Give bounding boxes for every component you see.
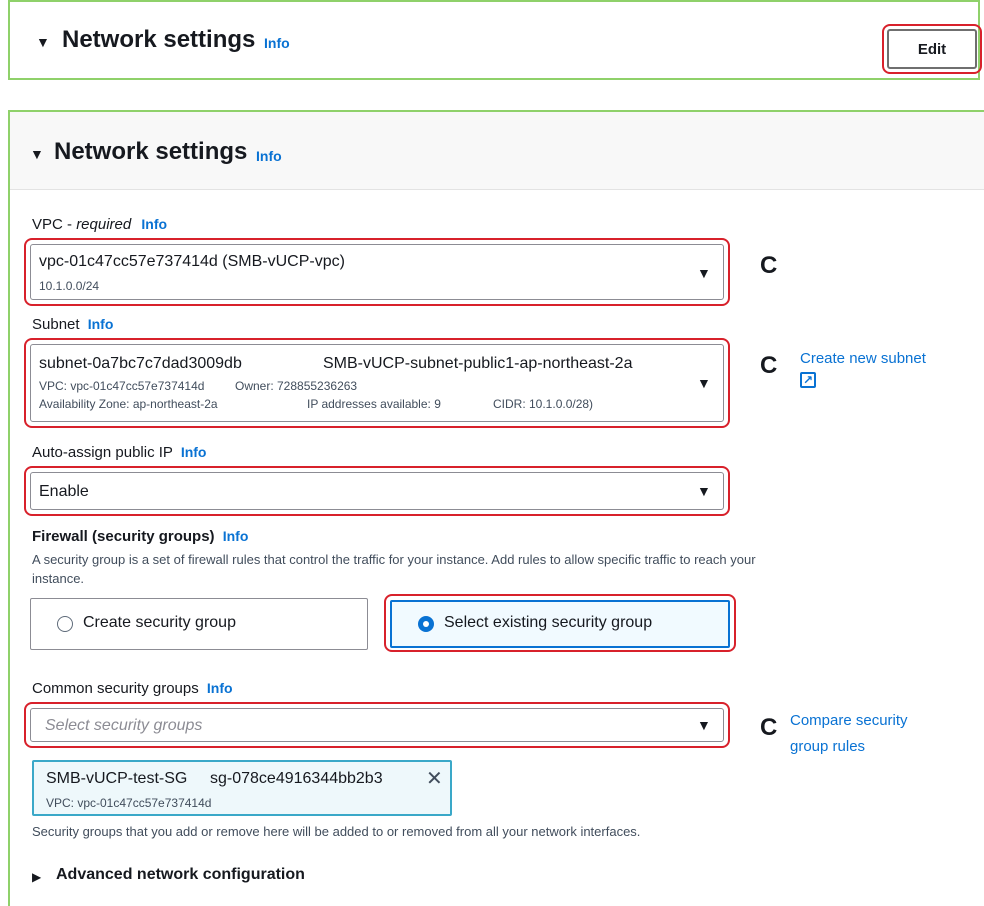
common-sg-label: Common security groups Info (32, 680, 233, 697)
token-name: SMB-vUCP-test-SG (46, 770, 188, 787)
info-link[interactable]: Info (223, 528, 249, 544)
info-link[interactable]: Info (141, 216, 167, 232)
external-link-icon[interactable]: ↗ (800, 372, 816, 388)
subnet-ips: IP addresses available: 9 (307, 397, 441, 411)
subnet-label-text: Subnet (32, 316, 80, 333)
refresh-icon[interactable]: C (760, 352, 777, 380)
close-icon[interactable]: ✕ (426, 766, 443, 791)
vpc-select[interactable]: vpc-01c47cc57e737414d (SMB-vUCP-vpc) 10.… (30, 244, 724, 300)
create-subnet-link[interactable]: Create new subnet (800, 350, 926, 367)
security-groups-select[interactable]: Select security groups ▼ (30, 708, 724, 742)
subnet-id: subnet-0a7bc7c7dad3009db (39, 355, 242, 372)
firewall-label-text: Firewall (security groups) (32, 528, 215, 545)
public-ip-value: Enable (39, 483, 89, 500)
required-marker: required (76, 216, 132, 233)
chevron-down-icon: ▼ (697, 265, 711, 281)
token-id: sg-078ce4916344bb2b3 (210, 770, 383, 787)
network-settings-collapsed-panel: ▼ Network settings Info Edit (8, 0, 982, 80)
panel-header: ▼ Network settings Info (10, 112, 984, 190)
radio-selected-icon (418, 616, 434, 632)
info-link[interactable]: Info (181, 444, 207, 460)
chevron-down-icon: ▼ (697, 483, 711, 499)
token-vpc: VPC: vpc-01c47cc57e737414d (46, 796, 212, 810)
info-link[interactable]: Info (88, 316, 114, 332)
subnet-label: Subnet Info (32, 316, 113, 333)
subnet-cidr: CIDR: 10.1.0.0/28) (493, 397, 594, 411)
network-settings-panel: ▼ Network settings Info VPC - required I… (8, 110, 984, 906)
compare-rules-link[interactable]: Compare security (790, 712, 908, 729)
caret-right-icon[interactable]: ▶ (32, 870, 41, 884)
option-label: Create security group (83, 614, 236, 631)
subnet-select[interactable]: subnet-0a7bc7c7dad3009db SMB-vUCP-subnet… (30, 344, 724, 422)
subnet-vpc: VPC: vpc-01c47cc57e737414d (39, 379, 205, 393)
vpc-value: vpc-01c47cc57e737414d (SMB-vUCP-vpc) (39, 253, 345, 270)
advanced-network-configuration-toggle[interactable]: Advanced network configuration (56, 866, 305, 884)
create-security-group-option[interactable]: Create security group (30, 598, 368, 650)
subnet-az: Availability Zone: ap-northeast-2a (39, 397, 218, 411)
firewall-description: A security group is a set of firewall ru… (32, 552, 756, 567)
vpc-label-sep: - (62, 216, 77, 233)
chevron-down-icon: ▼ (697, 717, 711, 733)
public-ip-select[interactable]: Enable ▼ (30, 472, 724, 510)
edit-button[interactable]: Edit (887, 29, 977, 69)
chevron-down-icon: ▼ (697, 375, 711, 391)
firewall-description-cont: instance. (32, 571, 85, 586)
compare-rules-link-cont[interactable]: group rules (790, 738, 865, 755)
security-group-token: SMB-vUCP-test-SG sg-078ce4916344bb2b3 VP… (32, 760, 452, 816)
common-sg-label-text: Common security groups (32, 680, 199, 697)
firewall-label: Firewall (security groups) Info (32, 528, 248, 545)
vpc-label: VPC - required Info (32, 216, 167, 233)
caret-down-icon[interactable]: ▼ (36, 34, 50, 50)
vpc-cidr: 10.1.0.0/24 (39, 279, 100, 293)
panel-title: Network settings (62, 26, 256, 53)
panel-title: Network settings (54, 138, 248, 165)
public-ip-label: Auto-assign public IP Info (32, 444, 206, 461)
subnet-name: SMB-vUCP-subnet-public1-ap-northeast-2a (323, 355, 633, 372)
subnet-owner: Owner: 728855236263 (235, 379, 358, 393)
info-link[interactable]: Info (256, 148, 282, 164)
select-placeholder: Select security groups (45, 717, 203, 734)
select-existing-security-group-option[interactable]: Select existing security group (390, 600, 730, 648)
refresh-icon[interactable]: C (760, 714, 777, 742)
info-link[interactable]: Info (207, 680, 233, 696)
common-sg-note: Security groups that you add or remove h… (32, 824, 641, 839)
public-ip-label-text: Auto-assign public IP (32, 444, 173, 461)
refresh-icon[interactable]: C (760, 252, 777, 280)
info-link[interactable]: Info (264, 35, 290, 51)
option-label: Select existing security group (444, 614, 653, 631)
vpc-label-text: VPC (32, 216, 63, 233)
radio-unselected-icon (57, 616, 73, 632)
caret-down-icon[interactable]: ▼ (30, 146, 44, 162)
